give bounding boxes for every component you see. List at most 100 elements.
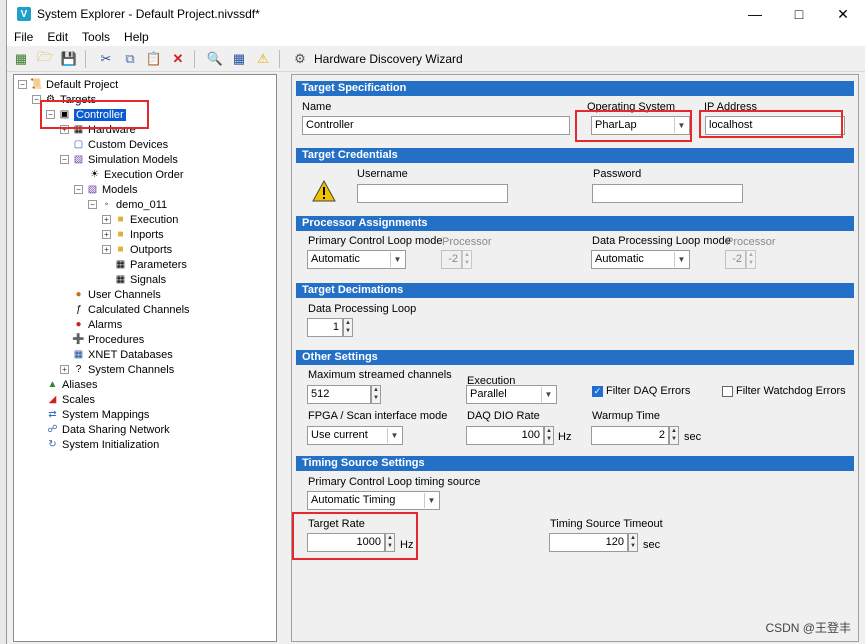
warmup-time-field[interactable]: 2 xyxy=(591,426,669,445)
maximize-icon[interactable]: □ xyxy=(777,0,821,28)
models-icon: ▧ xyxy=(73,154,84,165)
network-icon: ☍ xyxy=(47,424,58,435)
dpl-mode-select[interactable]: Automatic ▼ xyxy=(591,250,690,269)
save-icon[interactable]: 💾 xyxy=(59,49,79,69)
timing-source-select[interactable]: Automatic Timing ▼ xyxy=(307,491,440,510)
tree-label: Execution Order xyxy=(104,168,184,181)
signals-icon: ▦ xyxy=(115,274,126,285)
tree-item-custom-devices[interactable]: ▢ Custom Devices xyxy=(72,137,168,152)
toolbar-separator xyxy=(194,49,195,68)
tree-item-demo[interactable]: − ◦ demo_011 xyxy=(88,197,167,212)
mappings-icon: ⇄ xyxy=(48,409,57,420)
delete-icon[interactable]: ✕ xyxy=(168,49,188,69)
tree-label: User Channels xyxy=(88,288,161,301)
tree-item-parameters[interactable]: ▦ Parameters xyxy=(114,257,187,272)
cut-icon[interactable]: ✂ xyxy=(96,49,116,69)
copy-icon[interactable]: ⧉ xyxy=(120,49,140,69)
processor-spinner: ▲ ▼ xyxy=(462,250,472,269)
menu-edit[interactable]: Edit xyxy=(40,30,75,44)
toolbar-separator xyxy=(279,49,280,68)
minimize-icon[interactable]: — xyxy=(733,0,777,28)
password-field[interactable] xyxy=(592,184,743,203)
timing-timeout-spinner[interactable]: ▲ ▼ xyxy=(628,533,638,552)
tree-item-xnet-databases[interactable]: ▦ XNET Databases xyxy=(72,347,173,362)
max-channels-label: Maximum streamed channels xyxy=(308,369,452,381)
tree-item-simulation-models[interactable]: − ▧ Simulation Models xyxy=(60,152,178,167)
init-icon: ↻ xyxy=(48,439,57,450)
tree-item-system-channels[interactable]: +? System Channels xyxy=(60,362,174,377)
find-icon[interactable]: 🔍 xyxy=(205,49,225,69)
tree-item-calculated-channels[interactable]: ƒ Calculated Channels xyxy=(72,302,190,317)
tree-label: Data Sharing Network xyxy=(62,423,170,436)
tree-label: demo_011 xyxy=(116,198,168,211)
pcl-mode-select[interactable]: Automatic ▼ xyxy=(307,250,406,269)
dpl-decimation-spinner[interactable]: ▲ ▼ xyxy=(343,318,353,337)
new-project-icon[interactable]: ▦ xyxy=(11,49,31,69)
max-channels-spinner[interactable]: ▲ ▼ xyxy=(371,385,381,404)
menu-bar: File Edit Tools Help xyxy=(7,28,865,46)
menu-help[interactable]: Help xyxy=(117,30,156,44)
tree-item-execution-order[interactable]: ☀ Execution Order xyxy=(88,167,183,182)
dpl-mode-value: Automatic xyxy=(595,253,644,265)
menu-tools[interactable]: Tools xyxy=(75,30,117,44)
hardware-wizard-icon[interactable]: ⚙ xyxy=(290,49,310,69)
close-icon[interactable]: ✕ xyxy=(821,0,865,28)
tree-item-alarms[interactable]: ● Alarms xyxy=(72,317,122,332)
tree-item-data-sharing-network[interactable]: ☍ Data Sharing Network xyxy=(46,422,170,437)
highlight-box-controller xyxy=(40,100,149,129)
daq-dio-rate-spinner[interactable]: ▲ ▼ xyxy=(544,426,554,445)
timing-source-label: Primary Control Loop timing source xyxy=(308,476,481,488)
dpl-decimation-field[interactable]: 1 xyxy=(307,318,343,337)
tree-item-inports[interactable]: + ■ Inports xyxy=(102,227,164,242)
filter-watchdog-errors-checkbox[interactable]: Filter Watchdog Errors xyxy=(722,385,846,397)
tree-item-outports[interactable]: + ■ Outports xyxy=(102,242,172,257)
expand-icon[interactable]: + xyxy=(102,215,111,224)
username-field[interactable] xyxy=(357,184,508,203)
hardware-discovery-wizard-button[interactable]: Hardware Discovery Wizard xyxy=(314,52,463,66)
timing-timeout-unit: sec xyxy=(643,539,661,551)
timing-timeout-label: Timing Source Timeout xyxy=(550,518,663,530)
expand-icon[interactable]: + xyxy=(102,230,111,239)
timing-timeout-field[interactable]: 120 xyxy=(549,533,628,552)
tree-item-default-project[interactable]: − 📜 Default Project xyxy=(18,77,118,92)
expand-icon[interactable]: + xyxy=(102,245,111,254)
daq-dio-rate-field[interactable]: 100 xyxy=(466,426,544,445)
highlight-box-target-rate xyxy=(292,512,418,560)
execution-select[interactable]: Parallel ▼ xyxy=(466,385,557,404)
pcl-mode-value: Automatic xyxy=(311,253,360,265)
tree-item-scales[interactable]: ◢ Scales xyxy=(46,392,95,407)
tree-item-aliases[interactable]: ▲ Aliases xyxy=(46,377,98,392)
tree-label: System Initialization xyxy=(62,438,160,451)
expand-icon[interactable]: + xyxy=(60,365,69,374)
tree-item-user-channels[interactable]: ● User Channels xyxy=(72,287,161,302)
tree-label: Calculated Channels xyxy=(88,303,190,316)
paste-icon[interactable]: 📋 xyxy=(144,49,164,69)
table-icon[interactable]: ▦ xyxy=(229,49,249,69)
alarm-icon: ● xyxy=(75,319,82,330)
collapse-icon[interactable]: − xyxy=(74,185,83,194)
collapse-icon[interactable]: − xyxy=(60,155,69,164)
warning-icon[interactable]: ⚠ xyxy=(253,49,273,69)
open-folder-icon[interactable]: 🗁 xyxy=(35,49,55,69)
tree-item-system-mappings[interactable]: ⇄ System Mappings xyxy=(46,407,149,422)
function-icon: ƒ xyxy=(75,304,82,315)
bulb-icon: ☀ xyxy=(90,169,99,180)
tree-item-system-initialization[interactable]: ↻ System Initialization xyxy=(46,437,159,452)
max-channels-field[interactable]: 512 xyxy=(307,385,371,404)
menu-file[interactable]: File xyxy=(7,30,40,44)
name-field[interactable]: Controller xyxy=(302,116,570,135)
tree-item-signals[interactable]: ▦ Signals xyxy=(114,272,166,287)
fpga-mode-select[interactable]: Use current ▼ xyxy=(307,426,403,445)
tree-item-models[interactable]: − ▧ Models xyxy=(74,182,137,197)
filter-daq-errors-checkbox[interactable]: ✓ Filter DAQ Errors xyxy=(592,385,690,397)
collapse-icon[interactable]: − xyxy=(18,80,27,89)
user-channels-icon: ● xyxy=(75,289,82,300)
checkbox-checked-icon: ✓ xyxy=(592,385,603,397)
warmup-time-spinner[interactable]: ▲ ▼ xyxy=(669,426,679,445)
chevron-down-icon: ▼ xyxy=(387,428,401,443)
processor-field-2: -2 xyxy=(725,250,746,269)
tree-item-execution[interactable]: + ■ Execution xyxy=(102,212,178,227)
collapse-icon[interactable]: − xyxy=(88,200,97,209)
highlight-box-os xyxy=(575,110,692,142)
tree-item-procedures[interactable]: ➕ Procedures xyxy=(72,332,144,347)
